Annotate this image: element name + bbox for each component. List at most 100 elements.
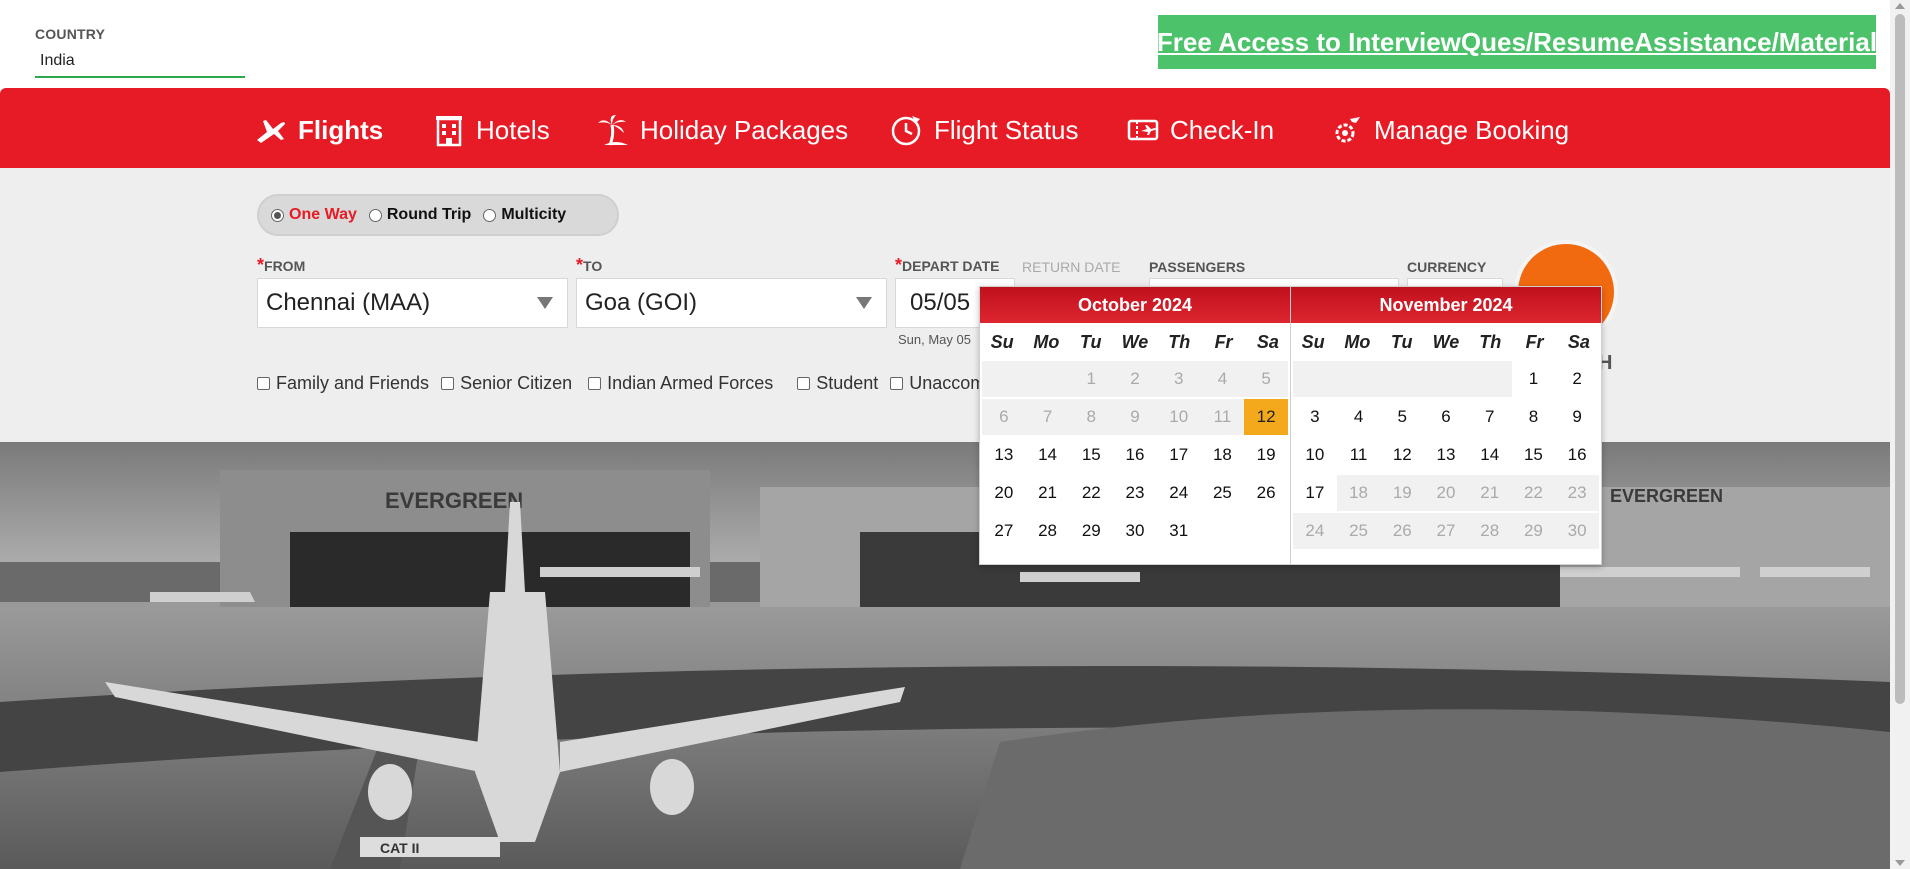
calendar-day[interactable]: 17 [1293,475,1337,511]
calendar-empty-cell [1380,361,1425,397]
calendar-day[interactable]: 16 [1555,437,1599,473]
calendar-day[interactable]: 24 [1156,475,1201,511]
calendar-day: 22 [1511,475,1556,511]
calendar-day[interactable]: 17 [1156,437,1201,473]
calendar-day[interactable]: 29 [1069,513,1114,549]
calendar-day[interactable]: 3 [1293,399,1337,435]
from-dropdown[interactable]: Chennai (MAA) [257,278,568,328]
calendar-empty-cell [1244,513,1288,549]
calendar-day[interactable]: 6 [1424,399,1468,435]
day-grid: 1 2 3 4 5 6 7 8 9 10 11 12 13 14 15 16 17 18 19 20 21 22 23 24 2… [980,361,1290,549]
calendar-day: 19 [1380,475,1425,511]
calendar-day[interactable]: 23 [1113,475,1157,511]
calendar-day: 20 [1424,475,1468,511]
checkbox-box [588,377,602,390]
checkbox-armed-forces[interactable]: Indian Armed Forces [588,373,773,394]
checkbox-senior-citizen[interactable]: Senior Citizen [441,373,572,394]
from-value: Chennai (MAA) [266,289,431,316]
calendar-day[interactable]: 15 [1069,437,1114,473]
calendar-day[interactable]: 25 [1200,475,1245,511]
weekday: We [1432,331,1460,352]
currency-label: CURRENCY [1407,259,1487,275]
calendar-day[interactable]: 13 [982,437,1026,473]
calendar-day[interactable]: 18 [1200,437,1245,473]
checkbox-student[interactable]: Student [797,373,878,394]
hangar-sign-right: EVERGREEN [1610,486,1723,506]
page-scrollbar[interactable] [1890,0,1910,869]
runway-marking: CAT II [380,840,419,856]
scroll-up-icon[interactable] [1895,3,1905,9]
weekday: Mo [1033,331,1060,352]
nav-label-flights: Flights [298,114,384,145]
calendar-day: 25 [1336,513,1381,549]
calendar-day[interactable]: 4 [1336,399,1381,435]
calendar-day[interactable]: 27 [982,513,1026,549]
calendar-day[interactable]: 16 [1113,437,1157,473]
nav-flights[interactable]: Flights [254,112,383,148]
checkbox-box [797,377,811,390]
nav-flight-status[interactable]: Flight Status [890,112,1079,148]
radio-multicity[interactable]: Multicity [483,206,566,224]
clock-plane-icon [891,116,921,146]
weekday: Th [1168,331,1191,352]
nav-label-flight-status: Flight Status [934,114,1079,145]
calendar-month-november: November 2024 Su Mo Tu We Th Fr Sa 12345… [1290,287,1601,564]
calendar-day[interactable]: 10 [1293,437,1337,473]
checkbox-label: Unaccom [909,373,986,393]
promo-link[interactable]: Free Access to InterviewQues/ResumeAssis… [1157,27,1877,58]
scroll-down-icon[interactable] [1895,860,1905,866]
trip-type-selector: One Way Round Trip Multicity [257,194,619,236]
plane-icon [257,120,285,143]
depart-date-label: *DEPART DATE [895,255,1000,275]
from-label: *FROM [257,255,306,275]
airport-scene: EVERGREEN EVERGREEN CAT II [0,442,1890,869]
calendar-empty-cell [982,361,1026,397]
calendar-day[interactable]: 9 [1555,399,1599,435]
calendar-day: 1 [1069,361,1114,397]
nav-hotels[interactable]: Hotels [432,112,550,148]
nav-holiday-packages[interactable]: Holiday Packages [596,112,848,148]
calendar-day[interactable]: 11 [1336,437,1381,473]
calendar-day[interactable]: 14 [1467,437,1512,473]
calendar-day[interactable]: 22 [1069,475,1114,511]
calendar-day[interactable]: 28 [1025,513,1070,549]
calendar-day[interactable]: 12 [1244,399,1288,435]
weekday: Su [990,331,1014,352]
calendar-day[interactable]: 30 [1113,513,1157,549]
radio-one-way[interactable]: One Way [271,206,357,224]
promo-banner[interactable]: Free Access to InterviewQues/ResumeAssis… [1157,15,1877,69]
depart-date-sub: Sun, May 05 [898,332,971,347]
calendar-day[interactable]: 20 [982,475,1026,511]
country-selector[interactable]: COUNTRY India [35,26,245,78]
calendar-empty-cell [1336,361,1381,397]
calendar-day: 4 [1200,361,1245,397]
top-bar: COUNTRY India Free Access to InterviewQu… [0,0,1890,88]
radio-round-trip[interactable]: Round Trip [368,206,471,224]
calendar-day[interactable]: 21 [1025,475,1070,511]
nav-check-in[interactable]: Check-In [1126,112,1274,148]
calendar-day: 29 [1511,513,1556,549]
calendar-day: 23 [1555,475,1599,511]
scrollbar-thumb[interactable] [1895,14,1905,704]
calendar-day[interactable]: 1 [1511,361,1556,397]
checkbox-family-friends[interactable]: Family and Friends [257,373,429,394]
nav-manage-booking[interactable]: Manage Booking [1330,112,1569,148]
calendar-day[interactable]: 12 [1380,437,1425,473]
to-value: Goa (GOI) [585,289,698,316]
calendar-day[interactable]: 26 [1244,475,1288,511]
to-dropdown[interactable]: Goa (GOI) [576,278,887,328]
calendar-day[interactable]: 14 [1025,437,1070,473]
month-header: November 2024 [1291,287,1601,323]
calendar-day[interactable]: 7 [1467,399,1512,435]
calendar-day[interactable]: 31 [1156,513,1201,549]
calendar-day[interactable]: 8 [1511,399,1556,435]
calendar-day[interactable]: 19 [1244,437,1288,473]
checkbox-unaccompanied[interactable]: Unaccom [890,373,985,394]
calendar-day[interactable]: 13 [1424,437,1468,473]
calendar-day[interactable]: 2 [1555,361,1599,397]
calendar-day[interactable]: 15 [1511,437,1556,473]
depart-date-value: 05/05 [910,289,971,316]
calendar-day: 11 [1200,399,1245,435]
country-field[interactable]: India [35,50,245,78]
calendar-day[interactable]: 5 [1380,399,1425,435]
